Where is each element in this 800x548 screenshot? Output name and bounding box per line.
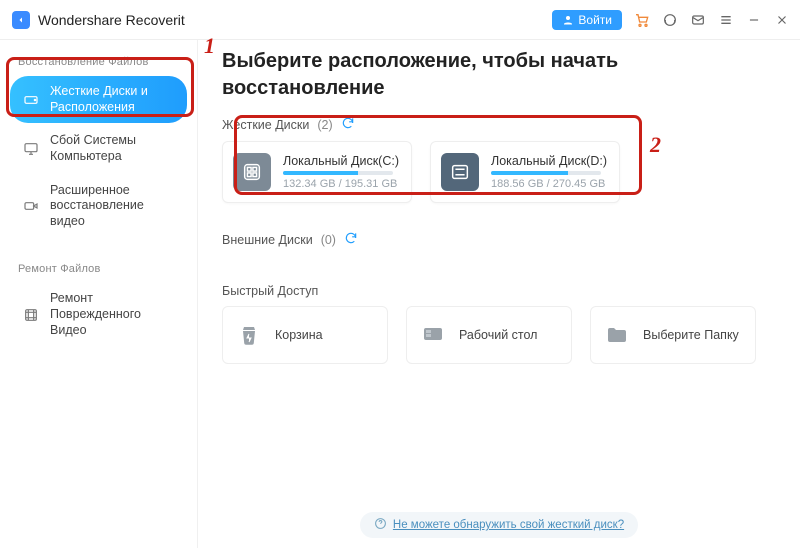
refresh-icon[interactable] [344,231,358,248]
disk-name: Локальный Диск(C:) [283,154,399,168]
section-count: (0) [321,233,336,247]
app-title: Wondershare Recoverit [38,12,185,28]
trash-icon [235,321,263,349]
sidebar: Восстановление Файлов Жесткие Диски и Ра… [0,40,198,548]
hdd-icon [22,91,40,109]
film-icon [22,306,40,324]
page-title: Выберите расположение, чтобы начать восс… [222,48,682,102]
sidebar-item-video-repair[interactable]: Ремонт Поврежденного Видео [10,283,187,346]
quick-label: Рабочий стол [459,328,537,342]
app-logo-icon [12,11,30,29]
menu-icon[interactable] [718,12,734,28]
disk-size: 188.56 GB / 270.45 GB [491,178,607,190]
help-link-pill[interactable]: Не можете обнаружить свой жесткий диск? [360,512,638,538]
disk-tile-c[interactable]: Локальный Диск(C:) 132.34 GB / 195.31 GB [222,141,412,203]
section-external-disks: Внешние Диски (0) [222,231,776,248]
section-label: Быстрый Доступ [222,284,318,298]
disk-tile-d[interactable]: Локальный Диск(D:) 188.56 GB / 270.45 GB [430,141,620,203]
sidebar-section-repair: Ремонт Файлов [6,257,191,281]
disk-name: Локальный Диск(D:) [491,154,607,168]
annotation-label-2: 2 [650,132,661,158]
help-question-icon [374,517,387,533]
section-count: (2) [317,118,332,132]
sidebar-item-crash[interactable]: Сбой Системы Компьютера [10,125,187,172]
section-label: Жесткие Диски [222,118,309,132]
sidebar-item-disks[interactable]: Жесткие Диски и Расположения [10,76,187,123]
sidebar-item-label: Жесткие Диски и Расположения [50,84,175,115]
folder-icon [603,321,631,349]
video-icon [22,197,40,215]
disk-size: 132.34 GB / 195.31 GB [283,178,399,190]
annotation-label-1: 1 [204,33,215,59]
quick-label: Выберите Папку [643,328,739,342]
login-button[interactable]: Войти [552,10,622,30]
quick-tile-recycle[interactable]: Корзина [222,306,388,364]
refresh-icon[interactable] [341,116,355,133]
quick-label: Корзина [275,328,323,342]
sidebar-section-recovery: Восстановление Файлов [6,50,191,74]
cart-icon[interactable] [634,12,650,28]
section-label: Внешние Диски [222,233,313,247]
quick-tile-folder[interactable]: Выберите Папку [590,306,756,364]
monitor-icon [22,140,40,158]
support-icon[interactable] [662,12,678,28]
hdd-tile-icon [441,153,479,191]
desktop-icon [419,321,447,349]
hdd-tile-icon [233,153,271,191]
section-hard-disks: Жесткие Диски (2) [222,116,776,133]
quick-tile-desktop[interactable]: Рабочий стол [406,306,572,364]
disk-usage-bar [283,171,393,175]
minimize-button[interactable] [746,12,762,28]
content: Выберите расположение, чтобы начать восс… [198,40,800,548]
section-quick-access: Быстрый Доступ [222,284,776,298]
close-button[interactable] [774,12,790,28]
sidebar-item-label: Сбой Системы Компьютера [50,133,175,164]
help-text: Не можете обнаружить свой жесткий диск? [393,519,624,531]
sidebar-item-advanced-video[interactable]: Расширенное восстановление видео [10,175,187,238]
login-label: Войти [578,13,612,27]
sidebar-item-label: Ремонт Поврежденного Видео [50,291,175,338]
sidebar-item-label: Расширенное восстановление видео [50,183,175,230]
titlebar: Wondershare Recoverit Войти [0,0,800,40]
feedback-icon[interactable] [690,12,706,28]
disk-usage-bar [491,171,601,175]
